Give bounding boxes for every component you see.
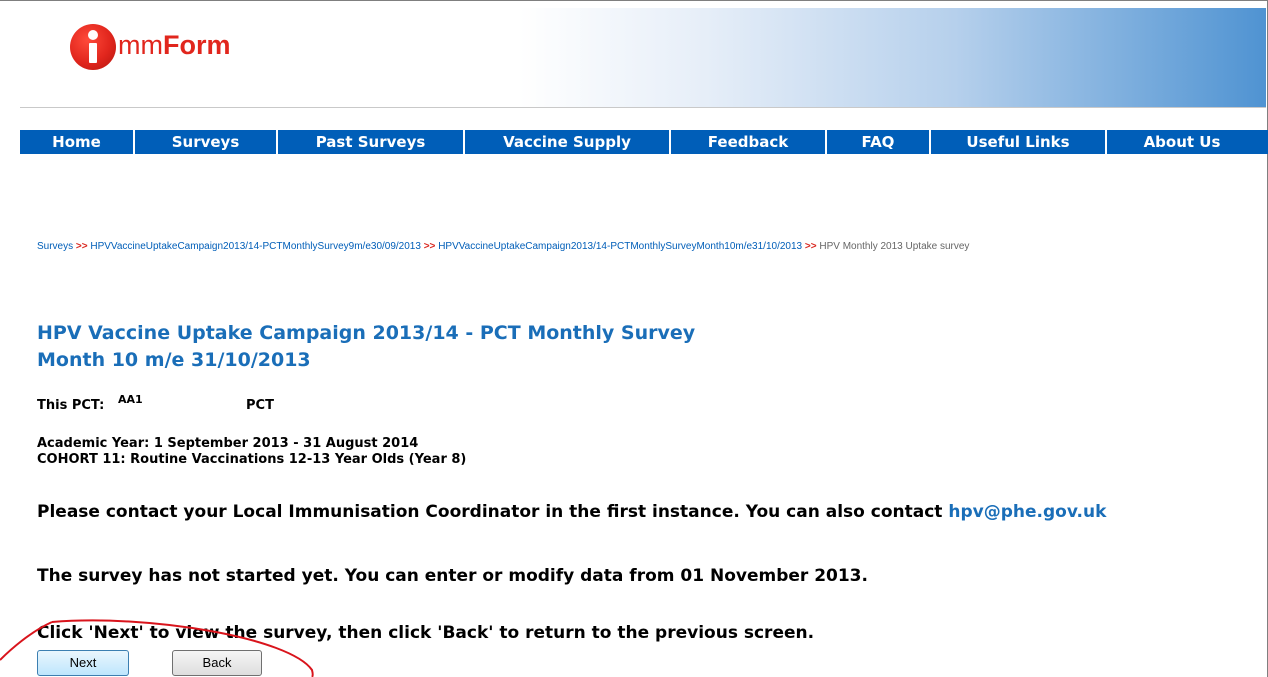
contact-message: Please contact your Local Immunisation C… [37,502,1106,522]
page-title-line1: HPV Vaccine Uptake Campaign 2013/14 - PC… [37,322,696,344]
pct-suffix: PCT [246,398,274,413]
header-divider [20,107,1266,108]
back-button[interactable]: Back [172,650,262,676]
breadcrumb-surveys[interactable]: Surveys [37,241,73,252]
logo-text: mmForm [118,30,231,60]
contact-email-link[interactable]: hpv@phe.gov.uk [948,502,1106,522]
nav-feedback[interactable]: Feedback [671,130,827,154]
status-message: The survey has not started yet. You can … [37,566,868,586]
page-title: HPV Vaccine Uptake Campaign 2013/14 - PC… [37,320,695,374]
window-top-border [0,0,1268,1]
i-letter-circle-icon [70,24,116,70]
pct-label: This PCT: [37,398,105,413]
breadcrumb-survey-month10[interactable]: HPVVaccineUptakeCampaign2013/14-PCTMonth… [438,241,802,252]
breadcrumb-separator: >> [75,241,88,252]
nav-home[interactable]: Home [20,130,135,154]
nav-useful-links[interactable]: Useful Links [931,130,1107,154]
instruction-text: Click 'Next' to view the survey, then cl… [37,623,815,643]
cohort: COHORT 11: Routine Vaccinations 12-13 Ye… [37,452,467,467]
nav-past-surveys[interactable]: Past Surveys [278,130,465,154]
survey-details: Academic Year: 1 September 2013 - 31 Aug… [37,436,466,468]
main-navigation: Home Surveys Past Surveys Vaccine Supply… [20,130,1268,154]
nav-about-us[interactable]: About Us [1107,130,1257,154]
breadcrumb-separator: >> [423,241,436,252]
pct-info: This PCT: AA1 PCT [37,393,437,423]
nav-faq[interactable]: FAQ [827,130,931,154]
breadcrumb: Surveys >> HPVVaccineUptakeCampaign2013/… [37,241,969,252]
academic-year: Academic Year: 1 September 2013 - 31 Aug… [37,436,419,451]
breadcrumb-separator: >> [804,241,817,252]
pct-code: AA1 [118,393,143,406]
contact-text: Please contact your Local Immunisation C… [37,502,949,522]
breadcrumb-survey-9m[interactable]: HPVVaccineUptakeCampaign2013/14-PCTMonth… [90,241,421,252]
next-button[interactable]: Next [37,650,129,676]
breadcrumb-current: HPV Monthly 2013 Uptake survey [819,241,970,252]
page-title-line2: Month 10 m/e 31/10/2013 [37,349,311,371]
nav-surveys[interactable]: Surveys [135,130,278,154]
nav-vaccine-supply[interactable]: Vaccine Supply [465,130,671,154]
